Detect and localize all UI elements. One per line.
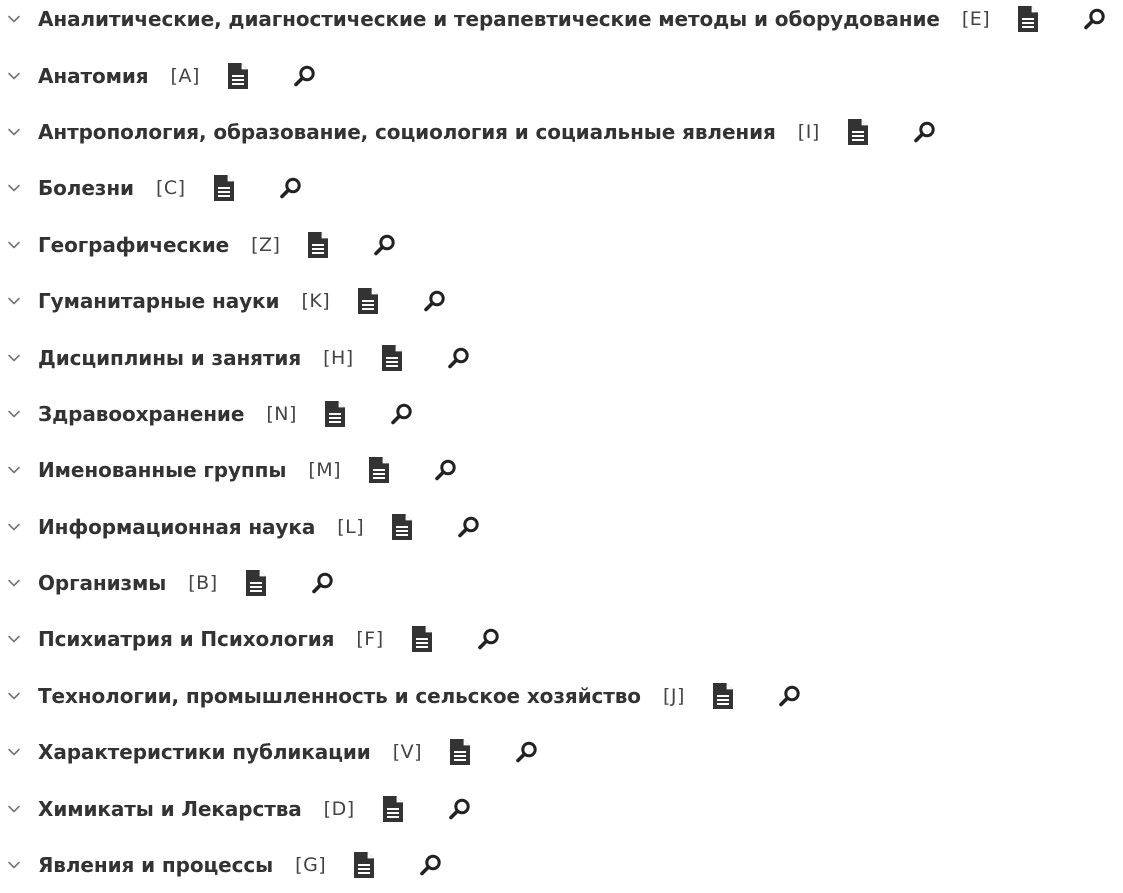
document-icon[interactable] [226, 61, 250, 91]
tree-item: Информационная наука [L] [0, 499, 1123, 555]
tree-item: Психиатрия и Психология [F] [0, 611, 1123, 667]
tree-item: Болезни [C] [0, 160, 1123, 216]
tree-item-code: [E] [961, 8, 991, 31]
document-icon[interactable] [356, 286, 380, 316]
document-icon[interactable] [1016, 4, 1040, 34]
document-icon[interactable] [711, 681, 735, 711]
tree-item-label[interactable]: Анатомия [38, 64, 149, 88]
tree-item: Гуманитарные науки [K] [0, 273, 1123, 329]
search-icon[interactable] [278, 175, 304, 201]
tree-item: Характеристики публикации [V] [0, 724, 1123, 780]
tree-item-code: [M] [308, 459, 342, 482]
search-icon[interactable] [418, 852, 444, 878]
tree-item-label[interactable]: Технологии, промышленность и сельское хо… [38, 684, 641, 708]
tree-item-code: [L] [337, 515, 365, 538]
tree-item: Анатомия [A] [0, 47, 1123, 103]
tree-item: Явления и процессы [G] [0, 837, 1123, 893]
category-tree: Аналитические, диагностические и терапев… [0, 0, 1123, 893]
search-icon[interactable] [777, 683, 803, 709]
search-icon[interactable] [292, 63, 318, 89]
chevron-down-icon[interactable] [0, 442, 28, 498]
document-icon[interactable] [244, 568, 268, 598]
tree-item-code: [K] [301, 290, 331, 313]
document-icon[interactable] [306, 230, 330, 260]
chevron-down-icon[interactable] [0, 104, 28, 160]
tree-item-label[interactable]: Психиатрия и Психология [38, 627, 334, 651]
chevron-down-icon[interactable] [0, 47, 28, 103]
tree-item: Дисциплины и занятия [H] [0, 329, 1123, 385]
tree-item-label[interactable]: Антропология, образование, социология и … [38, 120, 776, 144]
chevron-down-icon[interactable] [0, 329, 28, 385]
tree-item-label[interactable]: Дисциплины и занятия [38, 346, 301, 370]
chevron-down-icon[interactable] [0, 780, 28, 836]
tree-item-label[interactable]: Характеристики публикации [38, 740, 371, 764]
tree-item-label[interactable]: Здравоохранение [38, 402, 244, 426]
chevron-down-icon[interactable] [0, 0, 28, 47]
search-icon[interactable] [310, 570, 336, 596]
tree-item: Организмы [B] [0, 555, 1123, 611]
tree-item-code: [Z] [251, 233, 281, 256]
document-icon[interactable] [390, 512, 414, 542]
chevron-down-icon[interactable] [0, 217, 28, 273]
chevron-down-icon[interactable] [0, 837, 28, 893]
document-icon[interactable] [448, 737, 472, 767]
tree-item-label[interactable]: Географические [38, 233, 229, 257]
document-icon[interactable] [410, 624, 434, 654]
tree-item-code: [J] [662, 684, 685, 707]
tree-item-label[interactable]: Гуманитарные науки [38, 289, 280, 313]
chevron-down-icon[interactable] [0, 555, 28, 611]
search-icon[interactable] [433, 457, 459, 483]
tree-item-label[interactable]: Организмы [38, 571, 166, 595]
tree-item-code: [I] [797, 120, 820, 143]
tree-item: Именованные группы [M] [0, 442, 1123, 498]
search-icon[interactable] [446, 345, 472, 371]
search-icon[interactable] [422, 288, 448, 314]
tree-item-code: [B] [188, 572, 218, 595]
search-icon[interactable] [1082, 6, 1108, 32]
tree-item-code: [F] [356, 628, 384, 651]
tree-item-code: [A] [170, 64, 200, 87]
document-icon[interactable] [367, 455, 391, 485]
document-icon[interactable] [323, 399, 347, 429]
tree-item-label[interactable]: Именованные группы [38, 458, 286, 482]
search-icon[interactable] [912, 119, 938, 145]
tree-item: Аналитические, диагностические и терапев… [0, 0, 1123, 47]
tree-item-label[interactable]: Химикаты и Лекарства [38, 797, 302, 821]
chevron-down-icon[interactable] [0, 668, 28, 724]
tree-item-code: [N] [266, 402, 297, 425]
chevron-down-icon[interactable] [0, 611, 28, 667]
chevron-down-icon[interactable] [0, 273, 28, 329]
search-icon[interactable] [456, 514, 482, 540]
chevron-down-icon[interactable] [0, 160, 28, 216]
tree-item-label[interactable]: Болезни [38, 176, 134, 200]
tree-item: Химикаты и Лекарства [D] [0, 780, 1123, 836]
tree-item-code: [V] [392, 741, 423, 764]
document-icon[interactable] [846, 117, 870, 147]
chevron-down-icon[interactable] [0, 499, 28, 555]
tree-item-label[interactable]: Явления и процессы [38, 853, 273, 877]
search-icon[interactable] [514, 739, 540, 765]
document-icon[interactable] [212, 173, 236, 203]
tree-item-code: [D] [323, 797, 355, 820]
search-icon[interactable] [476, 626, 502, 652]
chevron-down-icon[interactable] [0, 724, 28, 780]
tree-item-label[interactable]: Информационная наука [38, 515, 315, 539]
search-icon[interactable] [389, 401, 415, 427]
search-icon[interactable] [447, 796, 473, 822]
tree-item: Технологии, промышленность и сельское хо… [0, 668, 1123, 724]
search-icon[interactable] [372, 232, 398, 258]
tree-item: Географические [Z] [0, 217, 1123, 273]
tree-item: Здравоохранение [N] [0, 386, 1123, 442]
document-icon[interactable] [380, 343, 404, 373]
document-icon[interactable] [381, 794, 405, 824]
tree-item: Антропология, образование, социология и … [0, 104, 1123, 160]
chevron-down-icon[interactable] [0, 386, 28, 442]
tree-item-label[interactable]: Аналитические, диагностические и терапев… [38, 7, 940, 31]
tree-item-code: [G] [295, 854, 327, 877]
tree-item-code: [H] [323, 346, 354, 369]
tree-item-code: [C] [155, 177, 186, 200]
